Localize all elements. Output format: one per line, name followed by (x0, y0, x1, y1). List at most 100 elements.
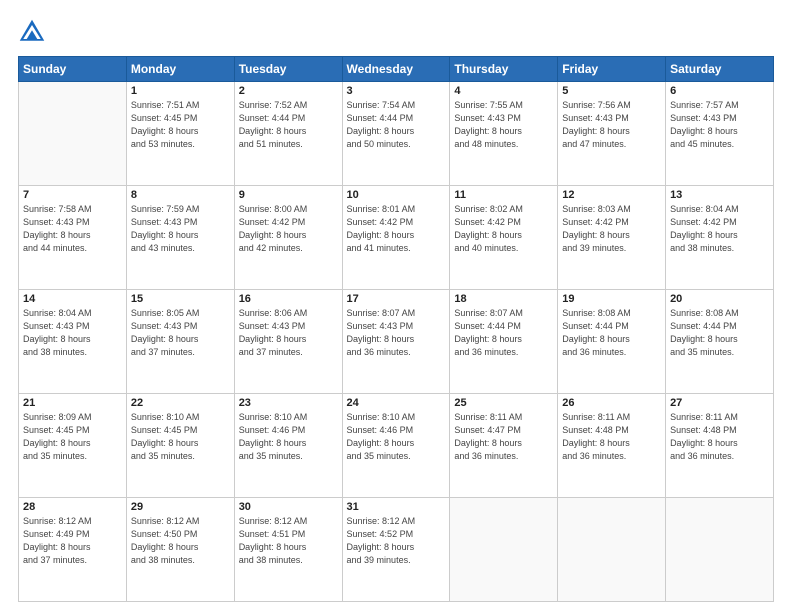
header-day-monday: Monday (126, 57, 234, 82)
calendar-cell: 28 Sunrise: 8:12 AM Sunset: 4:49 PM Dayli… (19, 498, 127, 602)
calendar-cell: 24 Sunrise: 8:10 AM Sunset: 4:46 PM Dayli… (342, 394, 450, 498)
day-info: Sunrise: 7:55 AM Sunset: 4:43 PM Dayligh… (454, 99, 553, 151)
day-number: 4 (454, 85, 553, 97)
day-info: Sunrise: 8:10 AM Sunset: 4:46 PM Dayligh… (239, 411, 338, 463)
calendar-cell: 4 Sunrise: 7:55 AM Sunset: 4:43 PM Daylig… (450, 82, 558, 186)
day-info: Sunrise: 7:58 AM Sunset: 4:43 PM Dayligh… (23, 203, 122, 255)
calendar-cell: 9 Sunrise: 8:00 AM Sunset: 4:42 PM Daylig… (234, 186, 342, 290)
calendar-cell: 31 Sunrise: 8:12 AM Sunset: 4:52 PM Dayli… (342, 498, 450, 602)
day-info: Sunrise: 8:12 AM Sunset: 4:50 PM Dayligh… (131, 515, 230, 567)
day-number: 2 (239, 85, 338, 97)
day-number: 29 (131, 501, 230, 513)
header-row: SundayMondayTuesdayWednesdayThursdayFrid… (19, 57, 774, 82)
day-number: 19 (562, 293, 661, 305)
calendar-cell (666, 498, 774, 602)
day-info: Sunrise: 8:12 AM Sunset: 4:51 PM Dayligh… (239, 515, 338, 567)
day-info: Sunrise: 8:03 AM Sunset: 4:42 PM Dayligh… (562, 203, 661, 255)
calendar-cell: 11 Sunrise: 8:02 AM Sunset: 4:42 PM Dayli… (450, 186, 558, 290)
calendar-cell: 7 Sunrise: 7:58 AM Sunset: 4:43 PM Daylig… (19, 186, 127, 290)
day-info: Sunrise: 8:11 AM Sunset: 4:48 PM Dayligh… (562, 411, 661, 463)
day-info: Sunrise: 8:09 AM Sunset: 4:45 PM Dayligh… (23, 411, 122, 463)
calendar-cell: 2 Sunrise: 7:52 AM Sunset: 4:44 PM Daylig… (234, 82, 342, 186)
day-number: 15 (131, 293, 230, 305)
calendar-cell: 13 Sunrise: 8:04 AM Sunset: 4:42 PM Dayli… (666, 186, 774, 290)
day-info: Sunrise: 7:52 AM Sunset: 4:44 PM Dayligh… (239, 99, 338, 151)
day-number: 30 (239, 501, 338, 513)
day-info: Sunrise: 7:51 AM Sunset: 4:45 PM Dayligh… (131, 99, 230, 151)
page: SundayMondayTuesdayWednesdayThursdayFrid… (0, 0, 792, 612)
day-number: 13 (670, 189, 769, 201)
header-day-sunday: Sunday (19, 57, 127, 82)
day-number: 20 (670, 293, 769, 305)
day-info: Sunrise: 8:12 AM Sunset: 4:52 PM Dayligh… (347, 515, 446, 567)
week-row-4: 28 Sunrise: 8:12 AM Sunset: 4:49 PM Dayli… (19, 498, 774, 602)
header-day-friday: Friday (558, 57, 666, 82)
calendar-cell: 18 Sunrise: 8:07 AM Sunset: 4:44 PM Dayli… (450, 290, 558, 394)
header-day-saturday: Saturday (666, 57, 774, 82)
calendar-cell: 3Sunrise: 7:54 AM Sunset: 4:44 PM Daylig… (342, 82, 450, 186)
header (18, 18, 774, 46)
header-day-wednesday: Wednesday (342, 57, 450, 82)
calendar-cell (558, 498, 666, 602)
day-number: 9 (239, 189, 338, 201)
calendar-cell (19, 82, 127, 186)
day-number: 10 (347, 189, 446, 201)
calendar-cell: 25Sunrise: 8:11 AM Sunset: 4:47 PM Dayli… (450, 394, 558, 498)
logo-icon (18, 18, 46, 46)
day-number: 24 (347, 397, 446, 409)
day-info: Sunrise: 8:10 AM Sunset: 4:45 PM Dayligh… (131, 411, 230, 463)
day-info: Sunrise: 8:04 AM Sunset: 4:42 PM Dayligh… (670, 203, 769, 255)
calendar-cell: 30 Sunrise: 8:12 AM Sunset: 4:51 PM Dayli… (234, 498, 342, 602)
day-info: Sunrise: 8:07 AM Sunset: 4:43 PM Dayligh… (347, 307, 446, 359)
day-number: 11 (454, 189, 553, 201)
day-number: 12 (562, 189, 661, 201)
day-number: 8 (131, 189, 230, 201)
calendar-cell: 27Sunrise: 8:11 AM Sunset: 4:48 PM Dayli… (666, 394, 774, 498)
calendar-table: SundayMondayTuesdayWednesdayThursdayFrid… (18, 56, 774, 602)
day-number: 27 (670, 397, 769, 409)
calendar-cell: 23Sunrise: 8:10 AM Sunset: 4:46 PM Dayli… (234, 394, 342, 498)
day-info: Sunrise: 7:56 AM Sunset: 4:43 PM Dayligh… (562, 99, 661, 151)
calendar-cell: 22 Sunrise: 8:10 AM Sunset: 4:45 PM Dayli… (126, 394, 234, 498)
day-info: Sunrise: 8:06 AM Sunset: 4:43 PM Dayligh… (239, 307, 338, 359)
calendar-cell: 19Sunrise: 8:08 AM Sunset: 4:44 PM Dayli… (558, 290, 666, 394)
calendar-cell: 12 Sunrise: 8:03 AM Sunset: 4:42 PM Dayli… (558, 186, 666, 290)
day-info: Sunrise: 7:59 AM Sunset: 4:43 PM Dayligh… (131, 203, 230, 255)
day-info: Sunrise: 8:02 AM Sunset: 4:42 PM Dayligh… (454, 203, 553, 255)
day-number: 18 (454, 293, 553, 305)
day-number: 22 (131, 397, 230, 409)
calendar-cell: 10Sunrise: 8:01 AM Sunset: 4:42 PM Dayli… (342, 186, 450, 290)
day-info: Sunrise: 8:08 AM Sunset: 4:44 PM Dayligh… (670, 307, 769, 359)
week-row-0: 1 Sunrise: 7:51 AM Sunset: 4:45 PM Daylig… (19, 82, 774, 186)
day-info: Sunrise: 8:10 AM Sunset: 4:46 PM Dayligh… (347, 411, 446, 463)
day-number: 28 (23, 501, 122, 513)
day-number: 5 (562, 85, 661, 97)
week-row-3: 21Sunrise: 8:09 AM Sunset: 4:45 PM Dayli… (19, 394, 774, 498)
day-info: Sunrise: 8:07 AM Sunset: 4:44 PM Dayligh… (454, 307, 553, 359)
day-info: Sunrise: 8:04 AM Sunset: 4:43 PM Dayligh… (23, 307, 122, 359)
day-info: Sunrise: 7:54 AM Sunset: 4:44 PM Dayligh… (347, 99, 446, 151)
day-number: 31 (347, 501, 446, 513)
day-number: 7 (23, 189, 122, 201)
day-number: 16 (239, 293, 338, 305)
day-info: Sunrise: 8:00 AM Sunset: 4:42 PM Dayligh… (239, 203, 338, 255)
calendar-cell: 20 Sunrise: 8:08 AM Sunset: 4:44 PM Dayli… (666, 290, 774, 394)
day-number: 14 (23, 293, 122, 305)
calendar-cell: 29 Sunrise: 8:12 AM Sunset: 4:50 PM Dayli… (126, 498, 234, 602)
calendar-cell: 26 Sunrise: 8:11 AM Sunset: 4:48 PM Dayli… (558, 394, 666, 498)
day-info: Sunrise: 7:57 AM Sunset: 4:43 PM Dayligh… (670, 99, 769, 151)
week-row-2: 14 Sunrise: 8:04 AM Sunset: 4:43 PM Dayli… (19, 290, 774, 394)
calendar-cell (450, 498, 558, 602)
header-day-tuesday: Tuesday (234, 57, 342, 82)
day-number: 6 (670, 85, 769, 97)
calendar-cell: 1 Sunrise: 7:51 AM Sunset: 4:45 PM Daylig… (126, 82, 234, 186)
calendar-cell: 14 Sunrise: 8:04 AM Sunset: 4:43 PM Dayli… (19, 290, 127, 394)
week-row-1: 7 Sunrise: 7:58 AM Sunset: 4:43 PM Daylig… (19, 186, 774, 290)
calendar-cell: 8 Sunrise: 7:59 AM Sunset: 4:43 PM Daylig… (126, 186, 234, 290)
day-info: Sunrise: 8:12 AM Sunset: 4:49 PM Dayligh… (23, 515, 122, 567)
day-number: 17 (347, 293, 446, 305)
calendar-cell: 16 Sunrise: 8:06 AM Sunset: 4:43 PM Dayli… (234, 290, 342, 394)
day-number: 1 (131, 85, 230, 97)
day-info: Sunrise: 8:05 AM Sunset: 4:43 PM Dayligh… (131, 307, 230, 359)
day-number: 26 (562, 397, 661, 409)
